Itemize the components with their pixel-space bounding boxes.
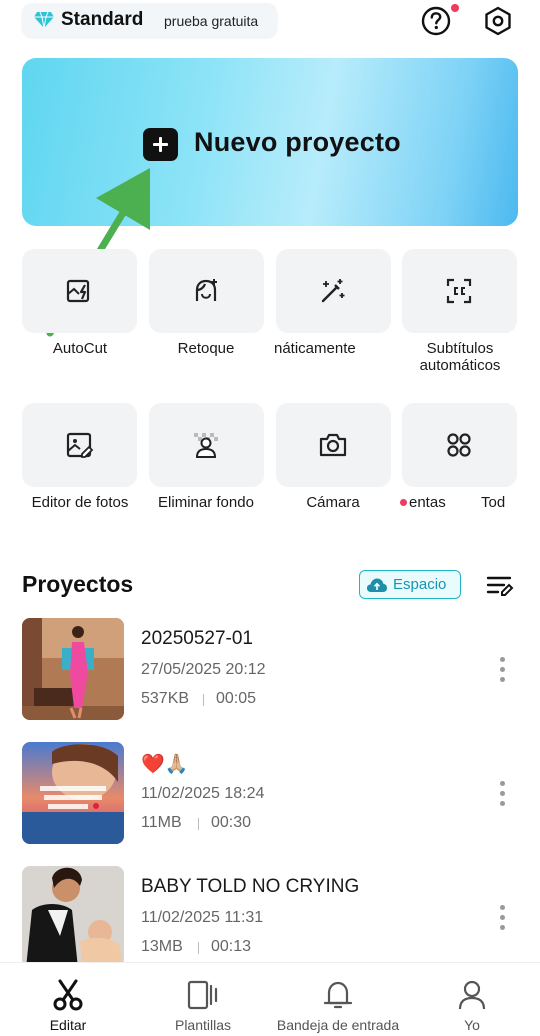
nav-me[interactable]: Yo	[440, 963, 504, 1036]
captions-icon	[446, 278, 472, 304]
project-item[interactable]: ❤️🙏🏼 11/02/2025 18:24 11MB 00:30	[0, 742, 540, 852]
cloud-icon	[367, 578, 387, 592]
photo-edit-icon	[66, 432, 94, 458]
separator	[198, 818, 199, 830]
magic-wand-icon	[321, 279, 345, 303]
project-title: 20250527-01	[141, 628, 253, 649]
nav-templates[interactable]: Plantillas	[160, 963, 246, 1036]
bottom-navigation: Editar Plantillas Bandeja de entrada Yo	[0, 962, 540, 1036]
tool-captions-label: Subtítulos automáticos	[419, 340, 501, 374]
project-thumbnail	[22, 618, 124, 720]
tool-tools-label: entas	[400, 494, 460, 512]
nav-me-label: Yo	[464, 1017, 480, 1033]
retouch-face-icon	[195, 279, 217, 301]
project-size: 11MB	[141, 814, 182, 831]
plus-square-icon[interactable]	[143, 128, 178, 161]
tool-retouch-label: Retoque	[177, 340, 235, 357]
templates-icon	[187, 980, 218, 1010]
nav-inbox[interactable]: Bandeja de entrada	[268, 963, 408, 1036]
grid-apps-icon	[447, 433, 471, 457]
tool-remove-background[interactable]	[149, 403, 264, 487]
space-button[interactable]: Espacio	[359, 570, 461, 599]
tool-captions[interactable]	[402, 249, 517, 333]
more-vertical-icon[interactable]	[496, 656, 510, 684]
tool-autocut-label: AutoCut	[52, 340, 108, 357]
project-size: 537KB	[141, 690, 190, 707]
separator	[203, 694, 204, 706]
tool-retouch[interactable]	[149, 249, 264, 333]
project-date: 27/05/2025 20:12	[141, 661, 266, 678]
scissors-icon	[53, 979, 83, 1011]
project-thumbnail	[22, 742, 124, 844]
tool-autocut[interactable]	[22, 249, 137, 333]
tool-tools-label-text: entas	[409, 494, 446, 511]
nav-inbox-label: Bandeja de entrada	[276, 1017, 400, 1033]
projects-title: Proyectos	[22, 571, 134, 597]
tool-auto[interactable]	[276, 249, 391, 333]
project-duration: 00:13	[211, 938, 252, 955]
project-title: ❤️🙏🏼	[141, 754, 189, 775]
more-vertical-icon[interactable]	[496, 780, 510, 808]
project-thumbnail	[22, 866, 124, 968]
top-bar: Standard prueba gratuita	[0, 0, 540, 45]
diamond-icon	[34, 12, 54, 28]
nav-templates-label: Plantillas	[174, 1017, 232, 1033]
person-icon	[458, 980, 486, 1010]
help-circle-icon[interactable]	[420, 5, 452, 37]
project-date: 11/02/2025 11:31	[141, 909, 264, 926]
nav-edit[interactable]: Editar	[30, 963, 106, 1036]
space-label: Espacio	[393, 576, 447, 593]
tool-more-apps[interactable]	[402, 403, 517, 487]
new-project-label[interactable]: Nuevo proyecto	[194, 127, 401, 158]
notification-dot	[451, 4, 459, 12]
nav-edit-label: Editar	[49, 1017, 87, 1033]
separator	[198, 942, 199, 954]
notification-dot	[400, 498, 407, 506]
project-size: 13MB	[141, 938, 183, 955]
project-date: 11/02/2025 18:24	[141, 785, 265, 802]
plan-name: Standard	[61, 9, 144, 30]
autocut-icon	[66, 279, 90, 303]
list-edit-icon[interactable]	[486, 573, 514, 599]
plan-trial-label: prueba gratuita	[164, 13, 259, 29]
camera-icon	[319, 433, 347, 457]
project-title: BABY TOLD NO CRYING	[141, 876, 360, 897]
tool-camera-label: Cámara	[306, 494, 360, 511]
tool-remove-background-label: Eliminar fondo	[158, 494, 254, 511]
tool-all-label[interactable]: Tod	[481, 494, 540, 512]
hexagon-settings-icon[interactable]	[482, 5, 514, 37]
remove-background-icon	[194, 433, 218, 458]
tool-auto-label: náticamente	[274, 340, 356, 357]
more-vertical-icon[interactable]	[496, 904, 510, 932]
project-item[interactable]: 20250527-01 27/05/2025 20:12 537KB 00:05	[0, 618, 540, 728]
tool-photo-editor[interactable]	[22, 403, 137, 487]
project-duration: 00:30	[211, 814, 252, 831]
project-item[interactable]: BABY TOLD NO CRYING 11/02/2025 11:31 13M…	[0, 866, 540, 976]
tool-camera[interactable]	[276, 403, 391, 487]
bell-icon	[323, 981, 353, 1009]
tool-photo-editor-label: Editor de fotos	[31, 494, 129, 511]
project-duration: 00:05	[216, 690, 257, 707]
plan-badge[interactable]: Standard prueba gratuita	[22, 3, 277, 37]
